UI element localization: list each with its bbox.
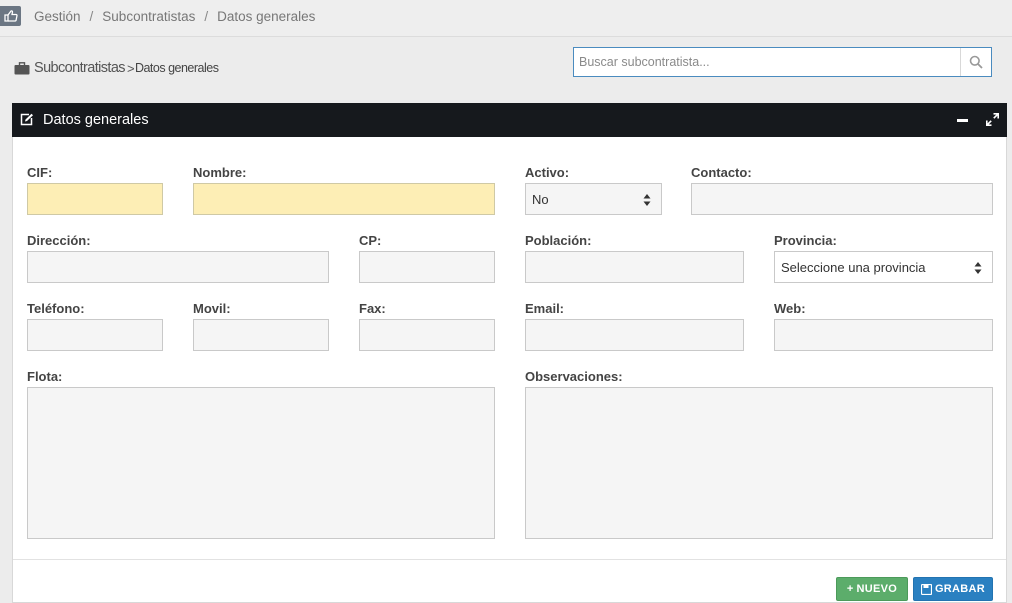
- collapse-icon[interactable]: [957, 119, 968, 122]
- activo-select[interactable]: No: [525, 183, 662, 215]
- panel-header: Datos generales: [12, 103, 1007, 137]
- nuevo-button-label: NUEVO: [856, 583, 898, 595]
- observaciones-textarea[interactable]: [525, 387, 993, 539]
- cp-input[interactable]: [359, 251, 495, 283]
- provincia-select[interactable]: Seleccione una provincia: [774, 251, 993, 283]
- provincia-selected-value: Seleccione una provincia: [781, 259, 926, 275]
- direccion-label: Dirección:: [27, 233, 91, 248]
- nombre-input[interactable]: [193, 183, 495, 215]
- save-icon: [920, 583, 932, 595]
- grabar-button[interactable]: GRABAR: [913, 577, 993, 601]
- telefono-input[interactable]: [27, 319, 163, 351]
- breadcrumb-item-gestion[interactable]: Gestión: [34, 9, 81, 24]
- grabar-button-label: GRABAR: [934, 583, 986, 595]
- breadcrumb-item-datos-generales: Datos generales: [217, 9, 316, 24]
- web-label: Web:: [774, 301, 806, 316]
- poblacion-input[interactable]: [525, 251, 744, 283]
- briefcase-icon: [14, 61, 30, 74]
- search-icon: [969, 55, 983, 69]
- direccion-input[interactable]: [27, 251, 329, 283]
- observaciones-label: Observaciones:: [525, 369, 623, 384]
- breadcrumb-separator: /: [204, 9, 209, 24]
- page-title-separator: >: [126, 60, 135, 76]
- select-arrows-icon: [974, 262, 982, 274]
- hand-pointer-icon: [3, 10, 18, 22]
- nombre-label: Nombre:: [193, 165, 247, 180]
- home-button[interactable]: [0, 6, 21, 26]
- web-input[interactable]: [774, 319, 993, 351]
- email-input[interactable]: [525, 319, 744, 351]
- provincia-label: Provincia:: [774, 233, 837, 248]
- contacto-input[interactable]: [691, 183, 993, 215]
- search-input[interactable]: [574, 48, 962, 76]
- plus-icon: +: [846, 583, 854, 595]
- poblacion-label: Población:: [525, 233, 592, 248]
- panel-footer-divider: [13, 559, 1006, 560]
- movil-label: Movil:: [193, 301, 231, 316]
- telefono-label: Teléfono:: [27, 301, 85, 316]
- flota-label: Flota:: [27, 369, 63, 384]
- breadcrumb-item-subcontratistas[interactable]: Subcontratistas: [102, 9, 195, 24]
- page-title-section: Subcontratistas: [34, 60, 126, 76]
- page-title-current: Datos generales: [134, 61, 219, 75]
- email-label: Email:: [525, 301, 565, 316]
- activo-selected-value: No: [532, 191, 549, 207]
- contacto-label: Contacto:: [691, 165, 752, 180]
- page-title: Subcontratistas > Datos generales: [14, 59, 219, 77]
- cp-label: CP:: [359, 233, 382, 248]
- search-box: [573, 47, 992, 77]
- fax-label: Fax:: [359, 301, 386, 316]
- nuevo-button[interactable]: + NUEVO: [836, 577, 908, 601]
- top-breadcrumb-bar: Gestión / Subcontratistas / Datos genera…: [0, 0, 1012, 37]
- search-button[interactable]: [960, 48, 991, 76]
- breadcrumb: Gestión / Subcontratistas / Datos genera…: [34, 9, 315, 24]
- cif-label: CIF:: [27, 165, 53, 180]
- cif-input[interactable]: [27, 183, 163, 215]
- activo-label: Activo:: [525, 165, 570, 180]
- flota-textarea[interactable]: [27, 387, 495, 539]
- movil-input[interactable]: [193, 319, 329, 351]
- fax-input[interactable]: [359, 319, 495, 351]
- edit-icon: [20, 113, 33, 126]
- panel-title: Datos generales: [43, 112, 149, 128]
- fullscreen-icon[interactable]: [986, 113, 999, 126]
- datos-generales-panel: Datos generales CIF: Nombre: Activo: No …: [12, 103, 1007, 603]
- breadcrumb-separator: /: [89, 9, 94, 24]
- select-arrows-icon: [643, 194, 651, 206]
